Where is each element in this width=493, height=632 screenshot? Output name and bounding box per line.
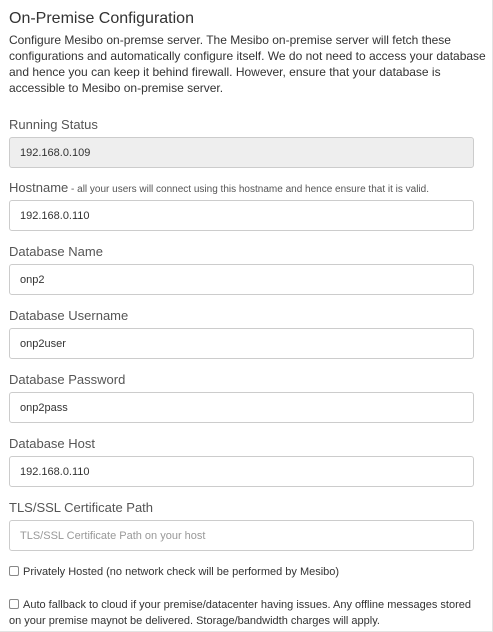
- db-host-label: Database Host: [9, 436, 95, 451]
- privately-hosted-row[interactable]: Privately Hosted (no network check will …: [9, 564, 484, 580]
- hostname-hint: - all your users will connect using this…: [68, 184, 429, 195]
- db-username-input[interactable]: [9, 328, 474, 359]
- ssl-path-label: TLS/SSL Certificate Path: [9, 500, 154, 515]
- db-password-label: Database Password: [9, 372, 126, 387]
- hostname-label: Hostname - all your users will connect u…: [9, 180, 429, 195]
- db-username-label: Database Username: [9, 308, 129, 323]
- running-status-label: Running Status: [9, 117, 98, 132]
- db-name-label: Database Name: [9, 244, 103, 259]
- auto-fallback-label: Auto fallback to cloud if your premise/d…: [9, 599, 471, 627]
- auto-fallback-checkbox[interactable]: [9, 599, 19, 609]
- running-status-field: [9, 137, 474, 168]
- db-host-input[interactable]: [9, 456, 474, 487]
- db-name-input[interactable]: [9, 264, 474, 295]
- db-password-input[interactable]: [9, 392, 474, 423]
- hostname-input[interactable]: [9, 200, 474, 231]
- privately-hosted-label: Privately Hosted (no network check will …: [23, 566, 340, 578]
- privately-hosted-checkbox[interactable]: [9, 566, 19, 576]
- auto-fallback-row[interactable]: Auto fallback to cloud if your premise/d…: [9, 597, 484, 629]
- page-title: On-Premise Configuration: [9, 10, 194, 27]
- hostname-label-text: Hostname: [9, 180, 69, 195]
- ssl-path-input[interactable]: [9, 520, 474, 551]
- page-description: Configure Mesibo on-premse server. The M…: [9, 33, 486, 95]
- on-premise-config-panel: On-Premise Configuration Configure Mesib…: [0, 0, 493, 632]
